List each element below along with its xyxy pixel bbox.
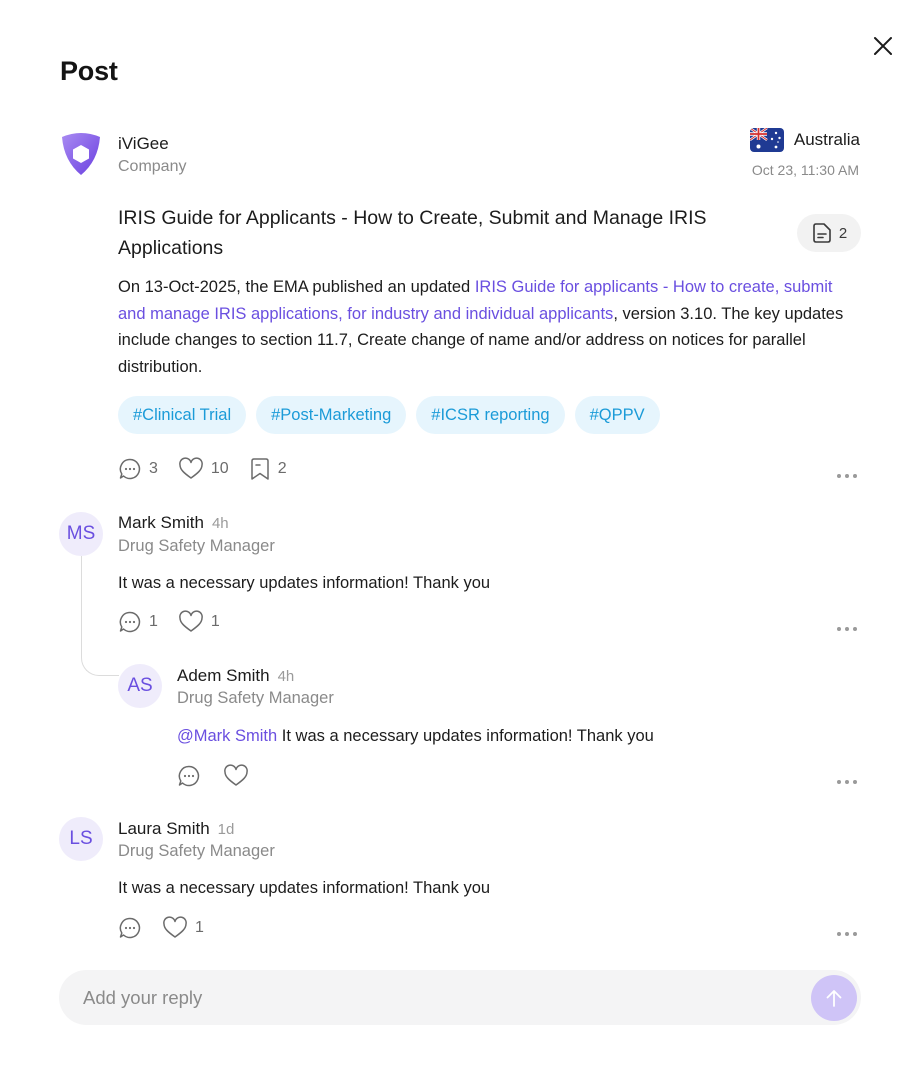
save-count: 2: [277, 460, 287, 477]
more-dots-icon: [837, 627, 857, 631]
close-icon: [874, 37, 892, 55]
comment-author: Mark Smith 4h: [118, 513, 229, 533]
bookmark-icon: [250, 458, 269, 480]
comment-text: It was a necessary updates information! …: [118, 879, 491, 897]
post-country: Australia: [749, 128, 860, 152]
comment-icon: [119, 611, 141, 633]
post-more-button[interactable]: [836, 466, 858, 478]
tag-chip[interactable]: #Clinical Trial: [118, 396, 247, 434]
comment-text-body: It was a necessary updates information! …: [281, 727, 654, 745]
comment-author-name[interactable]: Adem Smith: [177, 666, 270, 685]
comment-author: Laura Smith 1d: [118, 819, 234, 839]
comment-icon: [119, 917, 141, 939]
reply-box: [59, 970, 861, 1025]
post-body: On 13-Oct-2025, the EMA published an upd…: [118, 274, 853, 380]
comment-count: 3: [149, 460, 158, 477]
post-date: Oct 23, 11:30 AM: [751, 162, 859, 178]
tag-list: #Clinical Trial #Post-Marketing #ICSR re…: [118, 396, 660, 434]
like-count: 1: [210, 613, 220, 630]
heart-icon: [179, 457, 203, 479]
tag-chip[interactable]: #QPPV: [574, 396, 660, 434]
australia-flag-icon: [749, 128, 784, 152]
comment-role: Drug Safety Manager: [118, 537, 275, 555]
comment-more-button[interactable]: [836, 924, 858, 936]
heart-icon: [163, 916, 187, 938]
comment-time: 1d: [217, 821, 235, 838]
heart-icon: [224, 764, 248, 786]
modal-title: Post: [60, 56, 118, 86]
like-button[interactable]: 10: [178, 457, 229, 481]
avatar[interactable]: AS: [118, 664, 162, 708]
thread-connector: [81, 556, 119, 676]
save-button[interactable]: 2: [249, 457, 287, 481]
more-dots-icon: [837, 780, 857, 784]
comment-icon: [119, 458, 141, 480]
comment-author-name[interactable]: Mark Smith: [118, 513, 204, 532]
like-button[interactable]: [223, 764, 249, 788]
comment-time: 4h: [277, 668, 295, 685]
comment-text: It was a necessary updates information! …: [118, 574, 491, 592]
more-dots-icon: [837, 474, 857, 478]
reply-button[interactable]: 1: [118, 610, 158, 634]
comment-text: @Mark Smith It was a necessary updates i…: [177, 727, 654, 746]
post-actions: 3 10 2: [118, 457, 287, 481]
close-button[interactable]: [870, 33, 896, 59]
like-count: 10: [210, 460, 229, 477]
reply-input[interactable]: [83, 970, 783, 1025]
country-name: Australia: [793, 130, 860, 149]
avatar[interactable]: MS: [59, 512, 103, 556]
comment-time: 4h: [211, 515, 229, 532]
comment-icon: [178, 765, 200, 787]
comment-role: Drug Safety Manager: [177, 689, 334, 707]
comment-author: Adem Smith 4h: [177, 666, 294, 686]
author-type: Company: [118, 158, 187, 175]
more-dots-icon: [837, 932, 857, 936]
like-button[interactable]: 1: [162, 916, 204, 940]
reply-button[interactable]: [177, 764, 201, 788]
arrow-up-icon: [826, 990, 842, 1007]
comment-more-button[interactable]: [836, 619, 858, 631]
comment-actions: 1 1: [118, 610, 220, 634]
reply-button[interactable]: [118, 916, 142, 940]
company-logo[interactable]: [58, 131, 104, 177]
comment-actions: [177, 764, 249, 788]
document-icon: [813, 223, 831, 243]
tag-chip[interactable]: #Post-Marketing: [256, 396, 407, 434]
comment-actions: 1: [118, 916, 204, 940]
send-button[interactable]: [811, 975, 857, 1021]
mention-link[interactable]: @Mark Smith: [177, 727, 277, 745]
comment-author-name[interactable]: Laura Smith: [118, 819, 210, 838]
like-button[interactable]: 1: [178, 610, 220, 634]
heart-icon: [179, 610, 203, 632]
comment-button[interactable]: 3: [118, 457, 158, 481]
post-body-text: On 13-Oct-2025, the EMA published an upd…: [118, 278, 475, 296]
comment-more-button[interactable]: [836, 772, 858, 784]
ivigee-logo-icon: [62, 133, 100, 175]
attachments-button[interactable]: 2: [797, 214, 861, 252]
avatar[interactable]: LS: [59, 817, 103, 861]
comment-role: Drug Safety Manager: [118, 842, 275, 860]
like-count: 1: [195, 919, 204, 936]
tag-chip[interactable]: #ICSR reporting: [416, 396, 565, 434]
author-name[interactable]: iViGee: [118, 134, 169, 154]
post-modal: Post iViGee Company Australia Oct 23, 11…: [0, 0, 920, 1085]
attachments-count: 2: [838, 224, 848, 242]
post-title: IRIS Guide for Applicants - How to Creat…: [118, 207, 707, 259]
reply-count: 1: [149, 613, 158, 630]
